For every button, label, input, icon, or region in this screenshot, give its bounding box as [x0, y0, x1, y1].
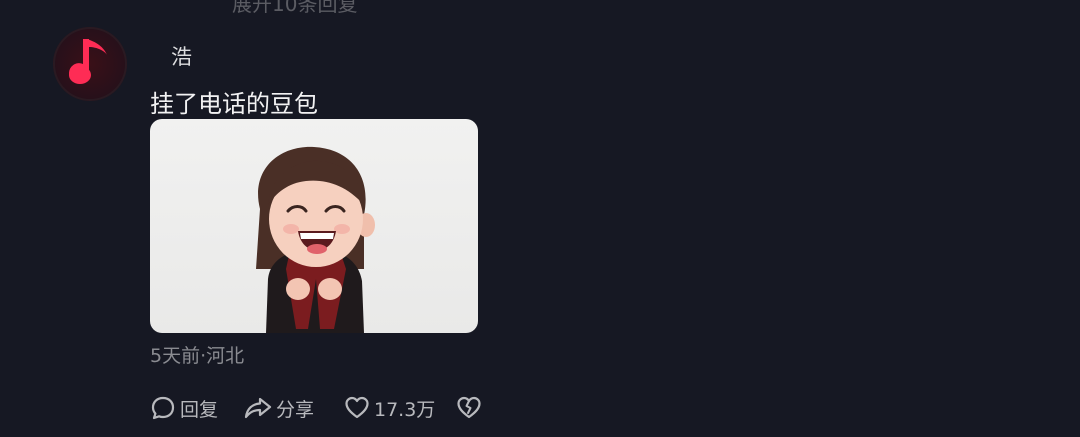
comment-meta: 5天前·河北 [150, 345, 245, 367]
avatar[interactable] [53, 27, 127, 101]
share-button[interactable]: 分享 [244, 395, 344, 422]
dislike-button[interactable] [456, 395, 482, 421]
share-label: 分享 [276, 398, 315, 421]
heart-icon [345, 396, 369, 419]
like-button[interactable]: 17.3万 [344, 395, 456, 422]
reply-button[interactable]: 回复 [150, 395, 244, 422]
chat-bubble-icon [151, 396, 175, 420]
comment-image[interactable] [150, 119, 478, 333]
comment-username[interactable]: 浩 [171, 41, 192, 71]
share-arrow-icon [244, 397, 272, 419]
expand-replies-link[interactable]: 展开10条回复 [232, 0, 357, 17]
comment-view: 展开10条回复 浩 挂了电话的豆包 5天前·河北 回复 分享 17.3万 [0, 0, 1080, 437]
like-count: 17.3万 [374, 398, 436, 421]
reply-label: 回复 [180, 398, 219, 421]
broken-heart-icon [457, 396, 481, 419]
comment-text: 挂了电话的豆包 [150, 90, 318, 118]
cartoon-girl-laughing-image [256, 146, 375, 333]
comment-actions: 回复 分享 17.3万 [150, 393, 482, 423]
music-note-icon [69, 39, 107, 84]
